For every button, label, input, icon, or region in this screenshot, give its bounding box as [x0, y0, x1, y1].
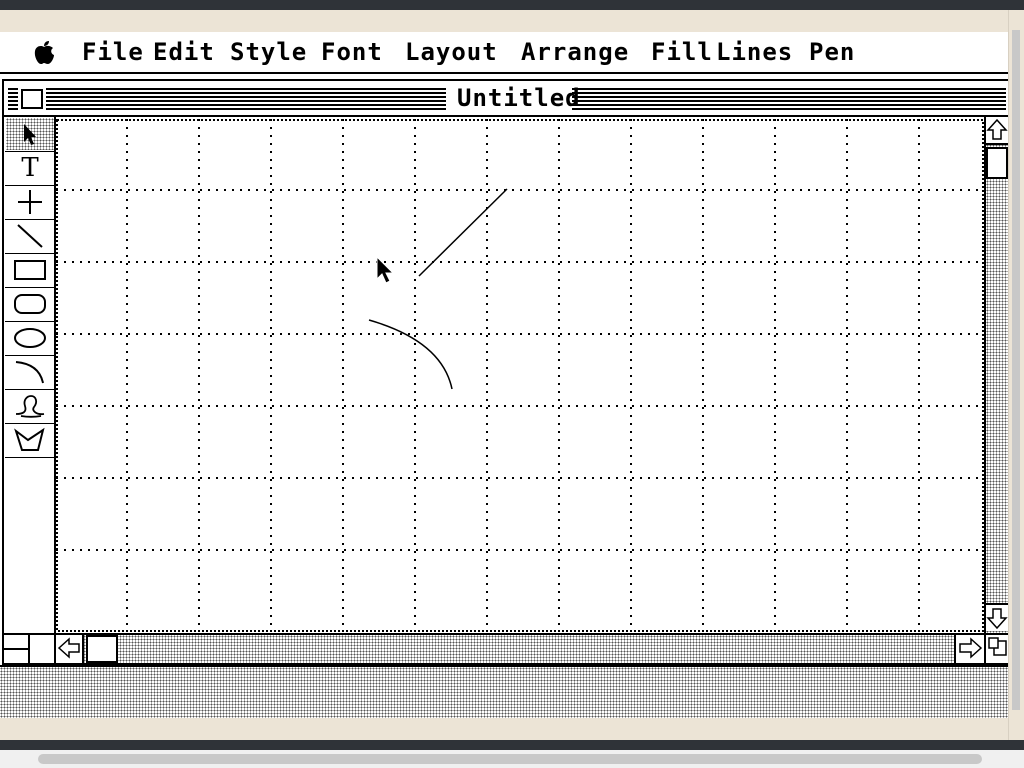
rounded-rectangle-tool[interactable]	[5, 287, 55, 322]
menu-file[interactable]: File	[82, 38, 144, 66]
drawn-arc-shape[interactable]	[368, 319, 453, 390]
rectangle-tool-icon	[14, 260, 46, 280]
palette-corner	[4, 633, 56, 663]
scroll-down-arrow[interactable]	[986, 603, 1008, 631]
desktop-pattern	[0, 665, 1008, 718]
scroll-left-arrow[interactable]	[56, 635, 84, 663]
menu-bar	[0, 32, 1008, 74]
apple-icon[interactable]	[32, 40, 56, 66]
polygon-tool-icon	[14, 427, 45, 451]
rectangle-tool[interactable]	[5, 253, 55, 288]
host-bottom-band	[0, 718, 1008, 740]
horizontal-scroll-thumb[interactable]	[86, 635, 118, 663]
down-arrow-icon	[986, 608, 1008, 630]
size-box[interactable]	[984, 633, 1008, 663]
arc-tool[interactable]	[5, 355, 55, 390]
vertical-scrollbar[interactable]	[984, 117, 1008, 633]
menu-font[interactable]: Font	[321, 38, 383, 66]
window-title: Untitled	[457, 84, 581, 112]
vertical-scroll-thumb[interactable]	[986, 147, 1008, 179]
line-tool[interactable]	[5, 219, 55, 254]
menu-arrange[interactable]: Arrange	[521, 38, 629, 66]
close-box[interactable]	[18, 86, 46, 112]
drawn-line-shape[interactable]	[418, 188, 508, 277]
pointer-tool[interactable]	[5, 117, 55, 152]
menu-fill[interactable]: Fill	[651, 38, 713, 66]
text-tool[interactable]: T	[5, 151, 55, 186]
freehand-tool-icon	[15, 395, 45, 418]
host-top-bar	[0, 0, 1024, 10]
crosshair-tool-icon	[18, 190, 42, 214]
menu-layout[interactable]: Layout	[405, 38, 498, 66]
canvas-shapes	[368, 188, 508, 390]
host-top-band	[0, 10, 1024, 32]
polygon-tool[interactable]	[5, 423, 55, 458]
crosshair-tool[interactable]	[5, 185, 55, 220]
mouse-cursor-icon	[376, 255, 395, 284]
oval-tool-icon	[14, 328, 46, 348]
freehand-tool[interactable]	[5, 389, 55, 424]
host-horizontal-thumb[interactable]	[38, 754, 982, 764]
horizontal-scrollbar[interactable]	[56, 633, 984, 663]
rounded-rectangle-tool-icon	[14, 294, 46, 314]
left-arrow-icon	[57, 637, 80, 659]
host-scroll-thumb[interactable]	[1012, 30, 1020, 710]
menu-edit[interactable]: Edit	[153, 38, 215, 66]
pointer-tool-icon	[6, 118, 54, 150]
drawing-canvas[interactable]	[56, 119, 984, 632]
resize-icon	[988, 637, 1007, 656]
line-tool-icon	[17, 224, 43, 248]
menu-style[interactable]: Style	[230, 38, 307, 66]
menu-lines[interactable]: Lines	[716, 38, 793, 66]
arc-tool-icon	[15, 361, 44, 384]
text-tool-icon: T	[21, 153, 39, 183]
corner-divider-v	[28, 635, 30, 663]
oval-tool[interactable]	[5, 321, 55, 356]
host-bottom-bar	[0, 740, 1024, 750]
close-box-icon	[21, 89, 43, 109]
up-arrow-icon	[986, 118, 1008, 140]
scroll-right-arrow[interactable]	[954, 635, 984, 663]
scroll-up-arrow[interactable]	[986, 117, 1008, 145]
menu-pen[interactable]: Pen	[809, 38, 855, 66]
corner-divider-h	[4, 648, 28, 650]
right-arrow-icon	[959, 637, 983, 659]
